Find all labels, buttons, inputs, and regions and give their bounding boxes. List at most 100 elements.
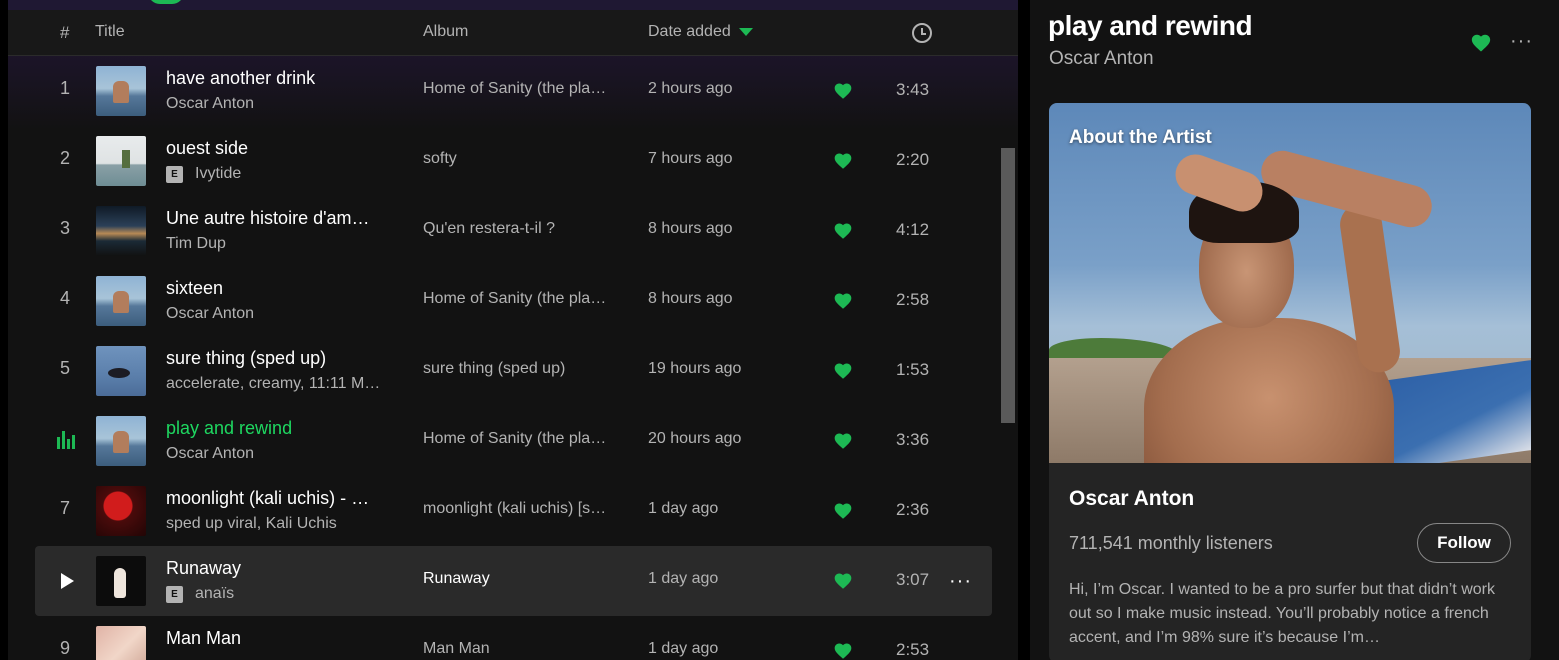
track-album[interactable]: Home of Sanity (the pla… — [423, 290, 606, 308]
play-icon[interactable] — [61, 573, 74, 589]
header-date-added[interactable]: Date added — [648, 23, 753, 41]
header-album[interactable]: Album — [423, 23, 468, 41]
track-artist[interactable]: Eanaïs — [166, 585, 234, 603]
track-artist-name[interactable]: Tim Dup — [166, 235, 226, 252]
track-album[interactable]: Runaway — [423, 570, 490, 588]
track-date-added: 8 hours ago — [648, 220, 733, 237]
track-artist-name[interactable]: Oscar Anton — [166, 95, 254, 112]
album-art[interactable] — [96, 626, 146, 660]
track-row[interactable]: 3 Une autre histoire d'am… Tim Dup Qu'en re… — [35, 196, 992, 266]
header-number: # — [60, 23, 70, 42]
artist-bio: Hi, I’m Oscar. I wanted to be a pro surf… — [1069, 581, 1495, 646]
track-duration: 2:36 — [896, 500, 930, 519]
track-date-added: 1 day ago — [648, 570, 719, 587]
track-artist-name[interactable]: Oscar Anton — [166, 445, 254, 462]
album-art[interactable] — [96, 276, 146, 326]
play-button-edge[interactable] — [148, 0, 184, 4]
about-artist-label: About the Artist — [1069, 127, 1212, 148]
heart-icon[interactable] — [833, 431, 853, 451]
album-art[interactable] — [96, 136, 146, 186]
header-date-added-label: Date added — [648, 23, 731, 40]
track-date-added: 2 hours ago — [648, 80, 733, 97]
track-row[interactable]: Runaway Eanaïs Runaway 1 day ago 3:07 ··· — [35, 546, 992, 616]
tracklist-panel: # Title Album Date added 1 have another d… — [8, 0, 1018, 660]
track-title[interactable]: have another drink — [166, 68, 315, 89]
track-row[interactable]: 1 have another drink Oscar Anton Home of Sa… — [35, 56, 992, 126]
explicit-badge: E — [166, 586, 183, 603]
about-artist-card[interactable]: About the Artist Oscar Anton 711,541 mon… — [1049, 103, 1531, 660]
track-row[interactable]: play and rewind Oscar Anton Home of Sanity… — [35, 406, 992, 476]
track-artist-name[interactable]: anaïs — [195, 585, 234, 602]
track-album[interactable]: sure thing (sped up) — [423, 360, 565, 378]
track-artist[interactable]: Tim Dup — [166, 235, 226, 253]
track-row[interactable]: 9 Man Man Man Man 1 day ago 2:53 — [35, 616, 992, 660]
track-album[interactable]: Qu'en restera-t-il ? — [423, 220, 555, 238]
track-artist[interactable]: accelerate, creamy, 11:11 M… — [166, 375, 380, 393]
track-title[interactable]: sixteen — [166, 278, 223, 299]
track-date-added: 20 hours ago — [648, 430, 742, 447]
track-duration: 2:58 — [896, 290, 930, 309]
track-artist[interactable]: sped up viral, Kali Uchis — [166, 515, 337, 533]
heart-icon[interactable] — [833, 81, 853, 101]
track-number: 3 — [59, 218, 70, 238]
track-album[interactable]: Home of Sanity (the pla… — [423, 430, 606, 448]
track-album[interactable]: softy — [423, 150, 457, 168]
album-art[interactable] — [96, 486, 146, 536]
track-duration: 2:20 — [896, 150, 930, 169]
track-date-added: 19 hours ago — [648, 360, 742, 377]
album-art[interactable] — [96, 416, 146, 466]
track-artist-name[interactable]: accelerate, creamy, 11:11 M… — [166, 375, 380, 392]
heart-icon[interactable] — [1470, 32, 1492, 54]
track-number: 4 — [59, 288, 70, 308]
track-artist-name[interactable]: sped up viral, Kali Uchis — [166, 515, 337, 532]
now-playing-artist[interactable]: Oscar Anton — [1049, 48, 1154, 70]
track-duration: 2:53 — [896, 640, 930, 659]
album-art[interactable] — [96, 66, 146, 116]
header-title[interactable]: Title — [95, 23, 125, 41]
track-title[interactable]: ouest side — [166, 138, 248, 159]
track-duration: 3:36 — [896, 430, 930, 449]
track-title[interactable]: sure thing (sped up) — [166, 348, 326, 369]
track-row[interactable]: 5 sure thing (sped up) accelerate, creamy,… — [35, 336, 992, 406]
track-title[interactable]: moonlight (kali uchis) - … — [166, 488, 369, 509]
heart-icon[interactable] — [833, 501, 853, 521]
album-art[interactable] — [96, 206, 146, 256]
track-duration: 3:07 — [896, 570, 930, 589]
track-number: 5 — [59, 358, 70, 378]
track-artist[interactable]: Oscar Anton — [166, 305, 254, 323]
top-bar — [8, 0, 1018, 10]
track-row[interactable]: 4 sixteen Oscar Anton Home of Sanity (the p… — [35, 266, 992, 336]
more-options-icon[interactable]: ··· — [949, 570, 972, 593]
track-date-added: 1 day ago — [648, 640, 719, 657]
now-playing-title[interactable]: play and rewind — [1048, 10, 1253, 42]
track-row[interactable]: 7 moonlight (kali uchis) - … sped up viral… — [35, 476, 992, 546]
heart-icon[interactable] — [833, 151, 853, 171]
clock-icon[interactable] — [912, 23, 932, 43]
track-title[interactable]: Man Man — [166, 628, 241, 649]
track-title[interactable]: Une autre histoire d'am… — [166, 208, 370, 229]
track-row[interactable]: 2 ouest side E Ivytide softy 7 hours ago 2:20 — [35, 126, 992, 196]
track-album[interactable]: Man Man — [423, 640, 490, 658]
heart-icon[interactable] — [833, 641, 853, 660]
track-artist[interactable]: Oscar Anton — [166, 445, 254, 463]
track-artist[interactable]: E Ivytide — [166, 165, 241, 183]
track-artist[interactable]: Oscar Anton — [166, 95, 254, 113]
heart-icon[interactable] — [833, 361, 853, 381]
track-title[interactable]: Runaway — [166, 558, 241, 579]
track-artist-name[interactable]: Ivytide — [195, 165, 241, 182]
more-options-icon[interactable]: ··· — [1510, 30, 1533, 53]
heart-icon[interactable] — [833, 291, 853, 311]
album-art[interactable] — [96, 346, 146, 396]
follow-button[interactable]: Follow — [1417, 523, 1511, 563]
heart-icon[interactable] — [833, 221, 853, 241]
track-album[interactable]: moonlight (kali uchis) [s… — [423, 500, 606, 518]
track-title[interactable]: play and rewind — [166, 418, 292, 439]
heart-icon[interactable] — [833, 571, 853, 591]
artist-name[interactable]: Oscar Anton — [1069, 487, 1194, 511]
track-duration: 1:53 — [896, 360, 930, 379]
scrollbar[interactable] — [1001, 148, 1015, 423]
track-number: 1 — [59, 78, 70, 98]
track-artist-name[interactable]: Oscar Anton — [166, 305, 254, 322]
album-art[interactable] — [96, 556, 146, 606]
track-album[interactable]: Home of Sanity (the pla… — [423, 80, 606, 98]
